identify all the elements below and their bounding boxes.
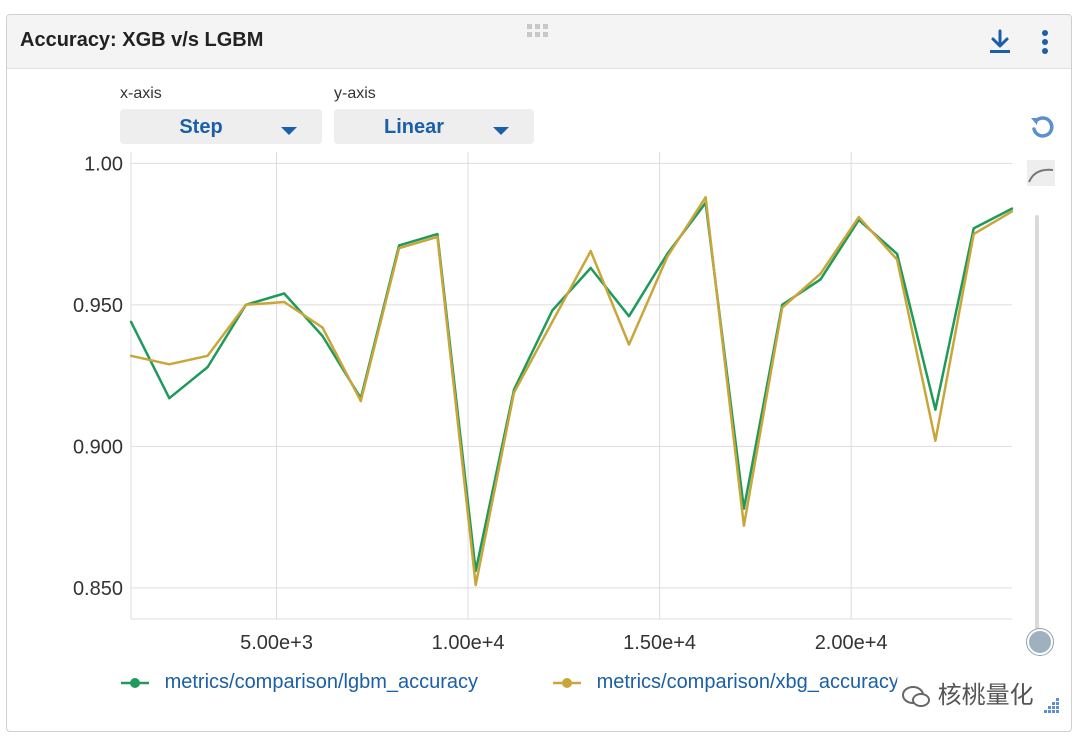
watermark-text: 核桃量化: [937, 682, 1034, 709]
series-line-lgbm: [129, 201, 1013, 573]
smoothing-slider-track[interactable]: [1035, 215, 1039, 643]
data-point-xgb: [397, 247, 401, 250]
data-point-lgbm: [1010, 207, 1014, 210]
data-point-xgb: [1010, 210, 1014, 213]
data-point-xgb: [704, 196, 707, 199]
data-point-lgbm: [436, 232, 439, 236]
data-point-xgb: [551, 320, 554, 323]
x-tick-label: 5.00e+3: [240, 632, 313, 654]
data-point-lgbm: [397, 244, 401, 247]
data-point-lgbm: [168, 397, 171, 400]
legend: metrics/comparison/lgbm_accuracy metrics…: [119, 671, 1019, 701]
data-point-lgbm: [934, 408, 937, 411]
data-point-xgb: [321, 326, 324, 329]
data-point-lgbm: [972, 227, 975, 230]
data-point-lgbm: [551, 309, 554, 312]
data-point-xgb: [819, 272, 822, 275]
data-point-xgb: [627, 343, 631, 346]
series: [129, 196, 1014, 587]
data-point-xgb: [589, 249, 592, 253]
x-tick-label: 2.00e+4: [815, 632, 888, 654]
legend-label-xgb: metrics/comparison/xbg_accuracy: [596, 671, 899, 694]
legend-marker-xgb: [553, 677, 581, 688]
smoothing-slider-thumb[interactable]: [1027, 629, 1053, 655]
data-point-xgb: [781, 306, 784, 309]
data-point-xgb: [666, 255, 669, 258]
data-point-xgb: [512, 391, 516, 394]
data-point-xgb: [742, 524, 746, 527]
data-point-xgb: [895, 258, 899, 261]
axes: 1.00 0.950 0.900 0.850 5.00e+3 1.00e+4 1.50e+4…: [73, 152, 1012, 654]
data-point-lgbm: [589, 266, 592, 270]
data-point-xgb: [359, 399, 362, 403]
data-point-xgb: [972, 232, 975, 236]
x-tick-label: 1.50e+4: [623, 632, 696, 654]
legend-marker-lgbm: [121, 677, 149, 688]
data-point-xgb: [474, 583, 477, 587]
data-point-lgbm: [627, 315, 631, 318]
data-point-lgbm: [321, 334, 324, 338]
data-point-xgb: [934, 439, 937, 442]
chart-panel: Accuracy: XGB v/s LGBM x-axis Step y-axi…: [6, 14, 1072, 732]
data-point-lgbm: [206, 365, 209, 369]
x-tick-label: 1.00e+4: [432, 632, 505, 654]
resize-grip-icon[interactable]: [1041, 695, 1061, 720]
legend-item-xgb[interactable]: metrics/comparison/xbg_accuracy: [551, 671, 899, 694]
y-tick-label: 0.950: [73, 295, 123, 317]
data-point-xgb: [244, 303, 248, 306]
data-point-xgb: [206, 354, 209, 357]
data-point-xgb: [436, 235, 439, 239]
data-point-lgbm: [129, 320, 133, 323]
legend-item-lgbm[interactable]: metrics/comparison/lgbm_accuracy: [119, 671, 478, 694]
data-point-xgb: [129, 354, 133, 357]
watermark: 核桃量化: [897, 675, 1038, 710]
data-point-lgbm: [819, 278, 822, 281]
grid: [131, 152, 1012, 619]
y-tick-label: 0.850: [73, 578, 123, 600]
line-chart: 1.00 0.950 0.900 0.850 5.00e+3 1.00e+4 1.50e+4…: [73, 152, 1014, 654]
wechat-icon: [901, 682, 938, 709]
data-point-lgbm: [283, 292, 286, 295]
y-tick-label: 1.00: [84, 153, 123, 175]
data-point-lgbm: [895, 252, 899, 256]
data-point-xgb: [168, 363, 171, 366]
legend-label-lgbm: metrics/comparison/lgbm_accuracy: [164, 671, 478, 694]
data-point-xgb: [857, 215, 860, 219]
y-tick-label: 0.900: [73, 436, 123, 458]
data-point-xgb: [283, 300, 286, 304]
series-line-xgb: [130, 196, 1013, 587]
